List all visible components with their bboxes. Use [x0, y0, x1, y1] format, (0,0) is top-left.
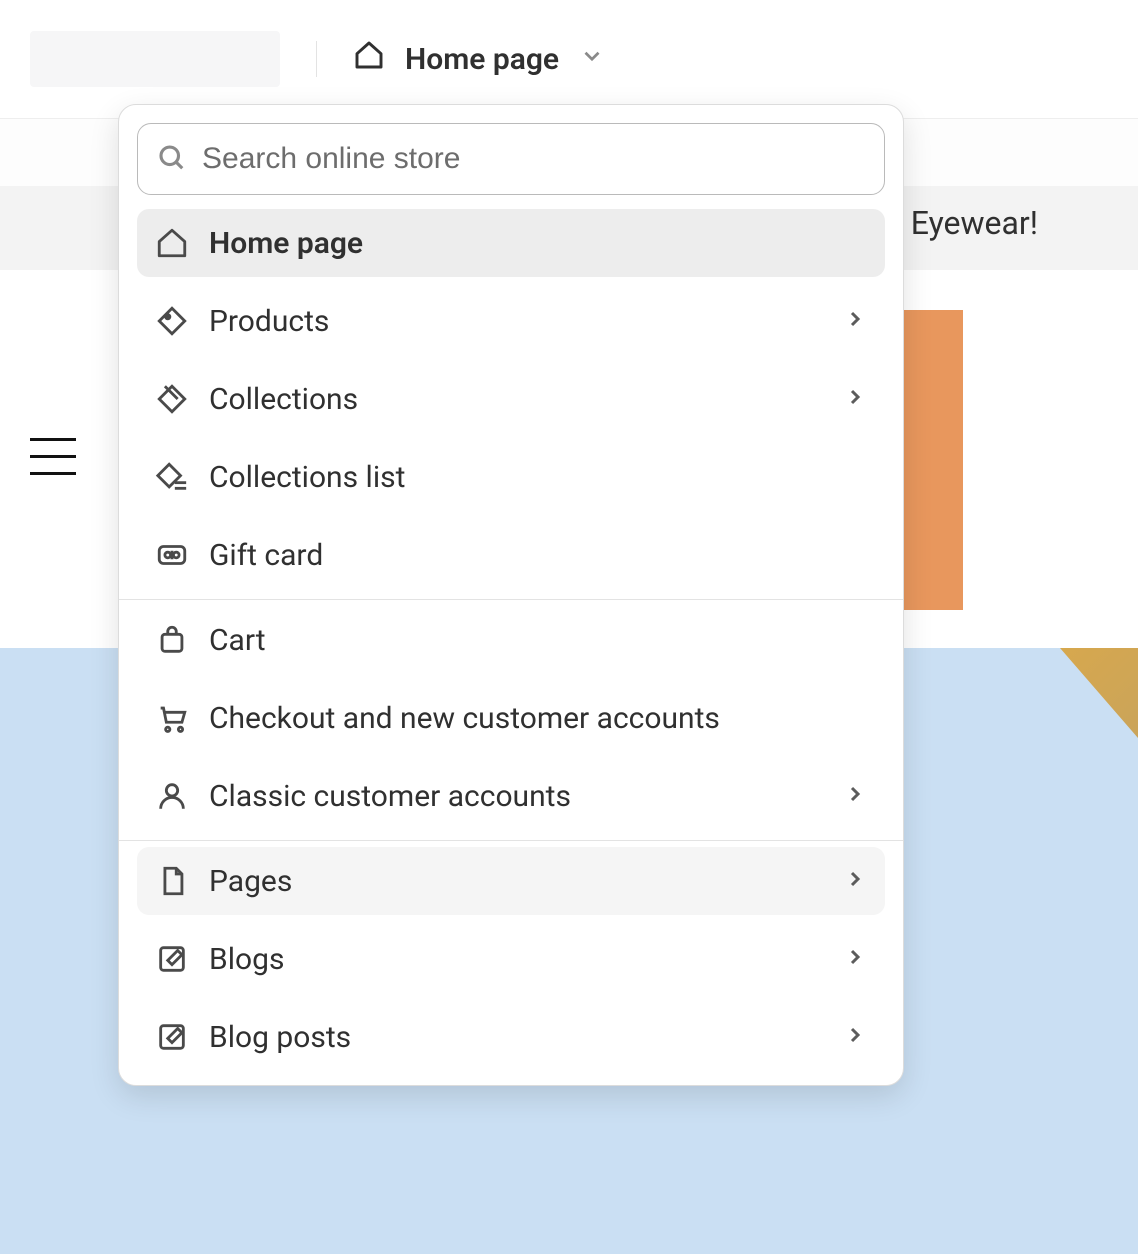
menu-item-blogs[interactable]: Blogs: [137, 925, 885, 993]
tag-list-icon: [155, 460, 189, 494]
topbar-divider: [316, 41, 317, 77]
tag-icon: [155, 304, 189, 338]
menu-item-label: Blogs: [209, 942, 284, 977]
menu-item-label: Home page: [209, 226, 363, 261]
menu-item-label: Checkout and new customer accounts: [209, 701, 720, 736]
search-input[interactable]: [202, 142, 866, 176]
menu-divider: [119, 599, 903, 600]
menu-item-gift-card[interactable]: Gift card: [137, 521, 885, 589]
menu-item-label: Classic customer accounts: [209, 779, 571, 814]
edit-icon: [155, 942, 189, 976]
menu-item-home-page[interactable]: Home page: [137, 209, 885, 277]
chevron-right-icon: [843, 779, 867, 814]
menu-item-label: Pages: [209, 864, 292, 899]
home-icon: [155, 226, 189, 260]
menu-item-products[interactable]: Products: [137, 287, 885, 355]
user-icon: [155, 779, 189, 813]
topbar: Home page: [0, 0, 1138, 118]
home-icon: [353, 39, 385, 79]
menu-item-classic-accounts[interactable]: Classic customer accounts: [137, 762, 885, 830]
tags-icon: [155, 382, 189, 416]
gift-icon: [155, 538, 189, 572]
chevron-down-icon: [579, 42, 605, 77]
chevron-right-icon: [843, 382, 867, 417]
cart-icon: [155, 701, 189, 735]
page-selector-dropdown: Home page Products Collections Col: [118, 104, 904, 1086]
menu-item-collections[interactable]: Collections: [137, 365, 885, 433]
menu-item-label: Gift card: [209, 538, 323, 573]
chevron-right-icon: [843, 304, 867, 339]
chevron-right-icon: [843, 942, 867, 977]
store-logo-placeholder: [30, 31, 280, 87]
menu-item-checkout[interactable]: Checkout and new customer accounts: [137, 684, 885, 752]
menu-item-pages[interactable]: Pages: [137, 847, 885, 915]
menu-item-label: Collections list: [209, 460, 405, 495]
menu-divider: [119, 840, 903, 841]
search-icon: [156, 142, 202, 176]
bag-icon: [155, 623, 189, 657]
menu-item-cart[interactable]: Cart: [137, 606, 885, 674]
search-online-store[interactable]: [137, 123, 885, 195]
menu-item-label: Collections: [209, 382, 358, 417]
edit-icon: [155, 1020, 189, 1054]
page-icon: [155, 864, 189, 898]
chevron-right-icon: [843, 864, 867, 899]
menu-item-collections-list[interactable]: Collections list: [137, 443, 885, 511]
page-selector-button[interactable]: Home page: [353, 39, 605, 79]
chevron-right-icon: [843, 1020, 867, 1055]
menu-hamburger-button[interactable]: [30, 438, 76, 484]
announcement-text-fragment: Eyewear!: [911, 204, 1038, 242]
menu-item-label: Products: [209, 304, 329, 339]
menu-item-label: Cart: [209, 623, 266, 658]
menu-item-blog-posts[interactable]: Blog posts: [137, 1003, 885, 1071]
menu-item-label: Blog posts: [209, 1020, 351, 1055]
page-selector-label: Home page: [405, 42, 559, 77]
